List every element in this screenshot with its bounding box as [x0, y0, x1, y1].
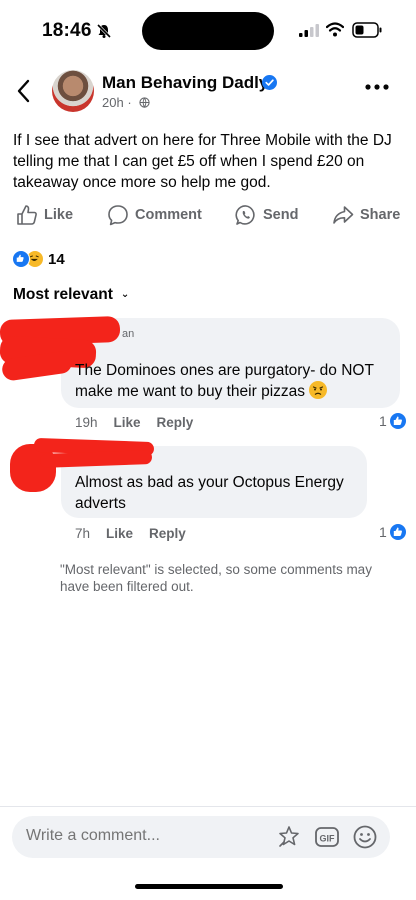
comment-like-number: 1: [379, 524, 387, 540]
reactions-summary[interactable]: 14: [12, 249, 65, 269]
post-meta: 20h ·: [102, 95, 150, 110]
status-time: 18:46: [42, 20, 92, 41]
chevron-down-icon: ⌄: [120, 289, 130, 300]
bell-muted-icon: [96, 23, 112, 39]
post-action-bar: Like Comment Send Share: [0, 204, 416, 230]
comment-label: Comment: [135, 207, 202, 223]
author-name[interactable]: Man Behaving Dadly: [102, 73, 268, 93]
reaction-count: 14: [48, 250, 65, 268]
comment-text: The Dominoes ones are purgatory- do NOT …: [75, 360, 393, 402]
comment-author[interactable]: an: [122, 328, 134, 340]
home-indicator[interactable]: [135, 884, 283, 889]
emoji-icon[interactable]: [352, 824, 378, 850]
composer-divider: [0, 806, 416, 807]
more-options-icon[interactable]: [364, 82, 390, 92]
comment-like-count[interactable]: 1: [379, 413, 406, 429]
share-icon: [333, 206, 354, 224]
comment-body: The Dominoes ones are purgatory- do NOT …: [75, 362, 374, 400]
share-label: Share: [360, 207, 401, 223]
wifi-icon: [326, 22, 344, 37]
thumbs-up-icon: [17, 205, 37, 225]
comment-meta: 19h Like Reply: [75, 415, 193, 430]
battery-icon: [352, 22, 382, 38]
like-button[interactable]: Like: [16, 204, 73, 226]
comment-reply-button[interactable]: Reply: [149, 526, 186, 541]
post-time[interactable]: 20h: [102, 95, 124, 110]
meta-separator: ·: [127, 95, 132, 110]
comment-time[interactable]: 7h: [75, 526, 90, 541]
comment-like-number: 1: [379, 413, 387, 429]
send-button[interactable]: Send: [235, 204, 298, 226]
cellular-signal-icon: [299, 24, 319, 37]
whatsapp-icon: [235, 205, 255, 225]
sort-label: Most relevant: [13, 286, 113, 303]
back-arrow-icon[interactable]: [14, 78, 34, 104]
comment-sort-dropdown[interactable]: Most relevant ⌄: [13, 286, 129, 304]
like-reaction-icon: [389, 413, 406, 429]
like-label: Like: [44, 207, 74, 223]
comment-meta: 7h Like Reply: [75, 526, 186, 541]
post-text: If I see that advert on here for Three M…: [13, 132, 392, 191]
gif-icon[interactable]: GIF: [314, 824, 340, 850]
svg-text:GIF: GIF: [320, 834, 336, 844]
post-header: Man Behaving Dadly 20h ·: [0, 66, 416, 116]
comment-time[interactable]: 19h: [75, 415, 98, 430]
comment-input[interactable]: [26, 827, 266, 845]
send-label: Send: [263, 207, 299, 223]
like-reaction-icon: [12, 250, 30, 268]
comment-like-button[interactable]: Like: [114, 415, 141, 430]
like-reaction-icon: [389, 524, 406, 540]
avatar-sticker-icon[interactable]: [276, 824, 302, 850]
comment-icon: [108, 205, 128, 226]
status-bar: 18:46: [0, 0, 416, 62]
comment-text: Almost as bad as your Octopus Energy adv…: [75, 474, 344, 512]
comment-like-button[interactable]: Like: [106, 526, 133, 541]
comment-button[interactable]: Comment: [107, 204, 202, 226]
author-avatar[interactable]: [52, 70, 94, 112]
comment-reply-button[interactable]: Reply: [157, 415, 194, 430]
dynamic-island: [142, 12, 274, 50]
comment-composer: GIF: [12, 816, 390, 858]
filter-notice: "Most relevant" is selected, so some com…: [60, 562, 372, 594]
globe-icon: [139, 97, 150, 108]
verified-badge-icon: [262, 75, 277, 90]
angry-face-emoji-icon: [309, 381, 328, 399]
comment-like-count[interactable]: 1: [379, 524, 406, 540]
share-button[interactable]: Share: [332, 204, 400, 226]
